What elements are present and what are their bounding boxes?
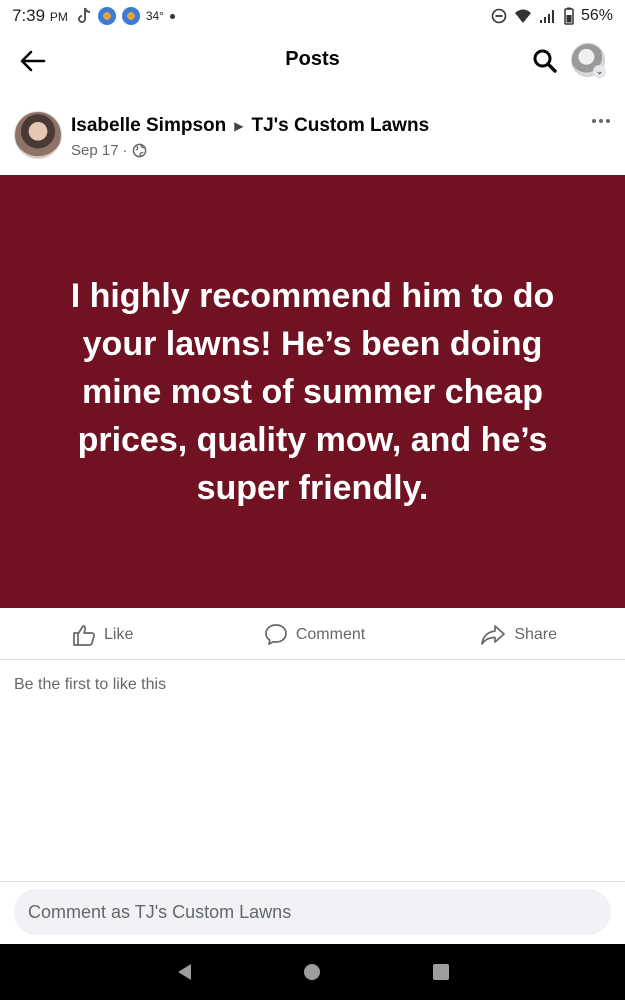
comment-input-placeholder: Comment as TJ's Custom Lawns	[28, 901, 292, 922]
circle-home-icon	[304, 964, 321, 980]
app-notification-icon	[97, 7, 116, 25]
share-button[interactable]: Share	[395, 610, 625, 659]
post-actions-bar: Like Comment Share	[0, 610, 625, 660]
post-background-card: I highly recommend him to do your lawns!…	[0, 175, 625, 608]
more-notifications-dot	[169, 13, 175, 19]
post-author-line: Isabelle Simpson ▶ TJ's Custom Lawns	[71, 115, 429, 137]
post-options-button[interactable]	[588, 111, 614, 131]
status-right: 56%	[491, 7, 613, 25]
more-dot	[606, 119, 610, 123]
like-button[interactable]: Like	[0, 610, 234, 659]
notification-icons: 34°	[76, 7, 175, 25]
battery-percent: 56%	[580, 7, 613, 24]
do-not-disturb-icon	[491, 8, 507, 24]
status-time: 7:39 PM	[12, 6, 68, 26]
post-date[interactable]: Sep 17	[71, 142, 119, 159]
search-icon	[533, 49, 557, 73]
wifi-icon	[514, 9, 531, 23]
signal-icon	[539, 10, 554, 23]
search-button[interactable]	[528, 44, 562, 78]
square-recents-icon	[432, 964, 449, 980]
tiktok-icon	[77, 7, 90, 23]
meta-separator: ·	[122, 142, 128, 159]
share-arrow-icon	[481, 624, 506, 645]
nav-recents-button[interactable]	[421, 952, 461, 992]
nav-back-button[interactable]	[164, 952, 204, 992]
clock-time: 7:39	[12, 6, 46, 25]
globe-icon	[132, 143, 146, 158]
battery-icon	[564, 7, 574, 25]
comment-button[interactable]: Comment	[234, 610, 396, 659]
app-notification-icon	[121, 7, 140, 25]
share-label: Share	[514, 625, 558, 643]
comment-label: Comment	[295, 625, 366, 643]
post-header: Isabelle Simpson ▶ TJ's Custom Lawns Sep…	[0, 105, 625, 165]
more-dot	[592, 119, 596, 123]
comment-icon	[264, 624, 287, 645]
like-label: Like	[104, 625, 134, 643]
triangle-back-icon	[178, 964, 192, 980]
avatar[interactable]	[14, 111, 62, 159]
composer-divider	[0, 881, 625, 882]
chevron-down-icon: ⌄	[593, 65, 606, 78]
clock-ampm: PM	[49, 10, 68, 24]
post-meta: Sep 17 ·	[71, 142, 147, 159]
weather-temperature: 34°	[145, 9, 164, 23]
nav-home-button[interactable]	[292, 952, 332, 992]
triangle-right-icon: ▶	[234, 119, 244, 133]
more-dot	[599, 119, 603, 123]
reactions-summary: Be the first to like this	[14, 676, 167, 693]
author-name-link[interactable]: Isabelle Simpson	[71, 115, 226, 137]
comment-input[interactable]: Comment as TJ's Custom Lawns	[14, 889, 611, 935]
status-bar: 7:39 PM 34° 56%	[0, 0, 625, 32]
thumbs-up-icon	[73, 624, 95, 646]
status-left: 7:39 PM 34°	[12, 6, 175, 26]
system-navigation-bar	[0, 944, 625, 1000]
post-text: I highly recommend him to do your lawns!…	[70, 276, 555, 507]
page-name-link[interactable]: TJ's Custom Lawns	[251, 115, 429, 137]
profile-switcher-button[interactable]: ⌄	[571, 43, 606, 78]
app-header: Posts ⌄	[0, 36, 625, 84]
